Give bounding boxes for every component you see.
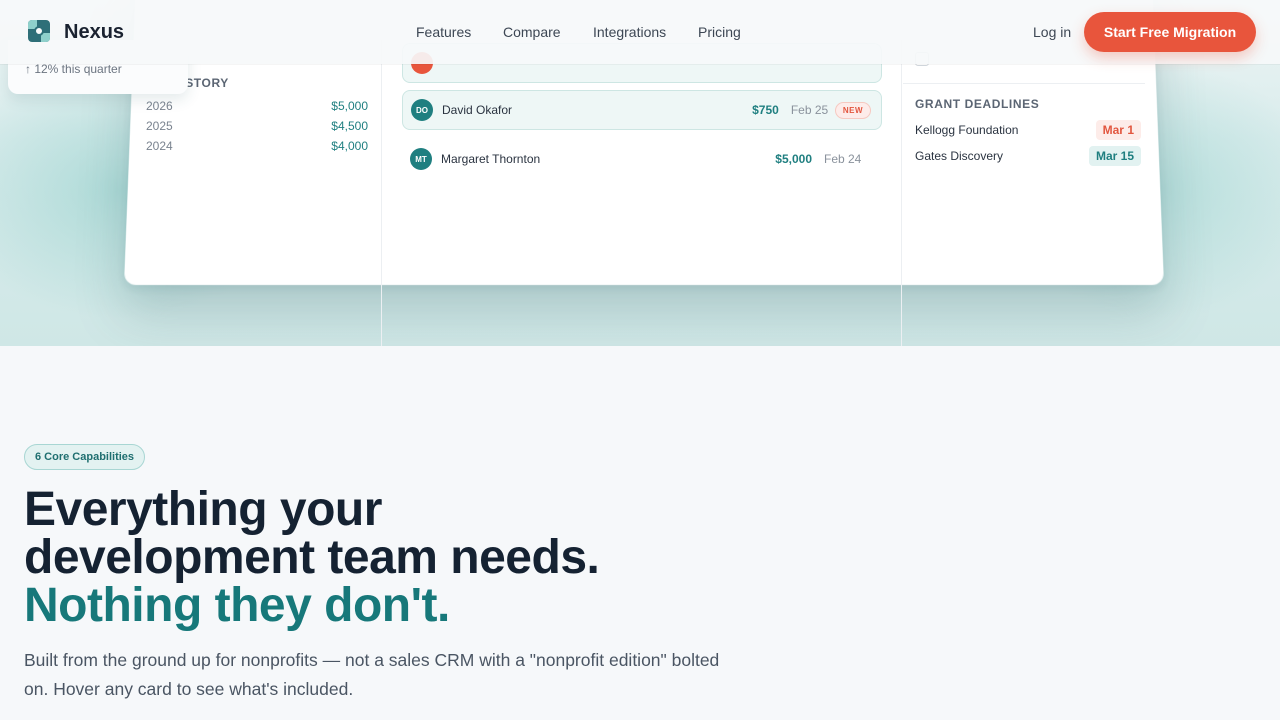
- right-panel-divider: [903, 83, 1145, 84]
- donor-amount: $5,000: [775, 152, 812, 166]
- stat-note: ↑ 12% this quarter: [25, 62, 122, 76]
- capabilities-pill: 6 Core Capabilities: [24, 444, 146, 470]
- grant-name: Gates Discovery: [915, 149, 1004, 163]
- grant-row: Gates Discovery Mar 15: [915, 146, 1141, 166]
- dashboard-divider-right: [901, 40, 902, 346]
- start-migration-button[interactable]: Start Free Migration: [1084, 12, 1256, 52]
- donor-name: Margaret Thornton: [441, 152, 541, 166]
- brand-name[interactable]: Nexus: [64, 21, 124, 44]
- grant-name: Kellogg Foundation: [915, 123, 1019, 137]
- dashboard-divider-left: [381, 40, 382, 346]
- nexus-logo-icon[interactable]: [28, 20, 50, 42]
- headline-accent: Nothing they don't.: [24, 579, 450, 632]
- donor-date: Feb 25: [790, 103, 829, 117]
- top-navbar: Nexus Features Compare Integrations Pric…: [0, 0, 1280, 64]
- grant-deadlines-title: GRANT DEADLINES: [915, 97, 1040, 111]
- nav-link-compare[interactable]: Compare: [503, 24, 561, 40]
- giving-year: 2025: [146, 119, 173, 133]
- donor-row[interactable]: MT Margaret Thornton $5,000 Feb 24: [402, 139, 882, 179]
- nav-link-integrations[interactable]: Integrations: [593, 24, 666, 40]
- giving-history-row: 2026 $5,000: [146, 99, 368, 113]
- logo-center: [34, 26, 44, 36]
- giving-year: 2024: [146, 139, 173, 153]
- donor-avatar: MT: [410, 148, 432, 170]
- grant-row: Kellogg Foundation Mar 1: [915, 120, 1141, 140]
- donor-amount: $750: [752, 103, 779, 117]
- giving-amount: $4,000: [331, 139, 368, 153]
- features-subtext: Built from the ground up for nonprofits …: [24, 650, 720, 699]
- features-headline: Everything your development team needs. …: [24, 483, 600, 632]
- donor-row[interactable]: DO David Okafor $750 Feb 25 NEW: [402, 90, 882, 130]
- donor-name: David Okafor: [442, 103, 513, 117]
- giving-amount: $4,500: [331, 119, 368, 133]
- headline-line-2: development team needs.: [24, 531, 600, 584]
- donor-date: Feb 24: [824, 152, 862, 166]
- giving-year: 2026: [146, 99, 173, 113]
- login-link[interactable]: Log in: [1033, 24, 1071, 40]
- headline-line-1: Everything your: [24, 483, 382, 536]
- grant-date: Mar 1: [1095, 120, 1141, 140]
- giving-history-row: 2025 $4,500: [146, 119, 368, 133]
- donor-avatar: DO: [411, 99, 433, 121]
- nav-link-pricing[interactable]: Pricing: [698, 24, 741, 40]
- giving-amount: $5,000: [331, 99, 368, 113]
- giving-history-row: 2024 $4,000: [146, 139, 368, 153]
- new-badge: NEW: [834, 101, 871, 119]
- grant-date: Mar 15: [1088, 146, 1141, 166]
- nav-link-features[interactable]: Features: [416, 24, 471, 40]
